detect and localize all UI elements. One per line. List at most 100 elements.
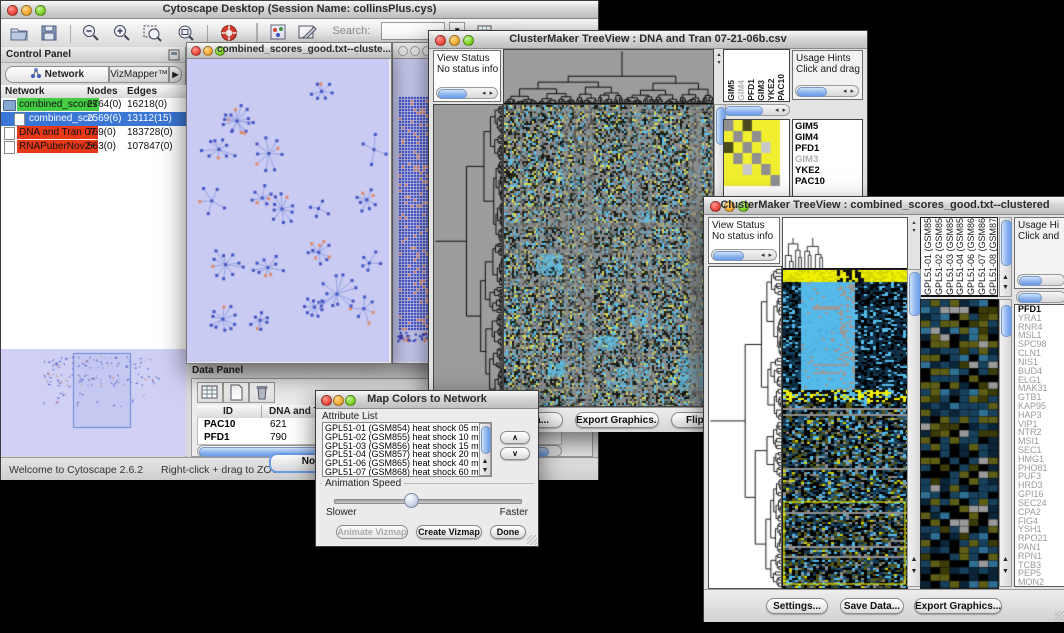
tv2-usage-hints-text: Click and	[1015, 231, 1064, 242]
tv1-gene-label[interactable]: GIM5	[795, 121, 862, 132]
dialog-titlebar[interactable]: Map Colors to Network	[316, 391, 538, 409]
tv1-status-hscrollbar[interactable]: ◂ ▸	[436, 87, 498, 99]
tv2-column-label: GPL51-02 (GSM855)	[934, 217, 945, 295]
network-overview-icon[interactable]	[269, 23, 287, 43]
zoom-fit-icon[interactable]	[175, 23, 197, 43]
treeview2-titlebar[interactable]: ClusterMaker TreeView : combined_scores_…	[704, 197, 1064, 215]
attribute-item[interactable]: GPL51-07 (GSM868) heat shock 60 min	[325, 468, 491, 477]
tv2-genelist-hscrollbar[interactable]	[1016, 291, 1064, 303]
col-nodes[interactable]: Nodes	[87, 85, 118, 98]
network-row[interactable]: RNAPuberNov2+563(0)107847(0)	[1, 140, 186, 154]
tv1-gene-label[interactable]: GIM3	[795, 154, 862, 165]
select-attributes-button[interactable]	[197, 382, 223, 403]
network-row[interactable]: DNA and Tran 07769(0)183728(0)	[1, 126, 186, 140]
new-attribute-button[interactable]	[223, 382, 249, 403]
scroll-down-icon[interactable]: ▼	[908, 567, 920, 576]
scroll-up-icon[interactable]: ▲	[480, 457, 490, 466]
tv2-tree-arrows[interactable]: ▴▾	[910, 219, 918, 265]
tv1-column-label: PAC10	[776, 74, 786, 101]
document-icon	[14, 113, 25, 126]
treeview2-window: ClusterMaker TreeView : combined_scores_…	[703, 196, 1064, 622]
move-up-button[interactable]: ∧	[500, 431, 530, 444]
tv1-view-status-panel: View Status No status info f ◂ ▸	[433, 50, 501, 102]
tv2-hints-hscrollbar[interactable]	[1017, 274, 1064, 286]
tab-network-label: Network	[45, 69, 84, 80]
close-button[interactable]	[191, 46, 201, 56]
tv2-gene-label[interactable]: MON2	[1018, 578, 1064, 587]
data-cell-value: 621	[270, 418, 287, 431]
network-row[interactable]: combined_sco2569(6)13112(15)	[1, 112, 186, 126]
tv2-column-dendrogram[interactable]	[782, 217, 908, 270]
tv1-gene-label[interactable]: GIM4	[795, 132, 862, 143]
tv2-column-label: GPL51-04 (GSM857)	[955, 217, 966, 295]
tv1-export-graphics-button[interactable]: Export Graphics...	[575, 412, 659, 428]
zoom-out-icon[interactable]	[81, 23, 101, 43]
zoom-in-icon[interactable]	[112, 23, 132, 43]
attribute-list-vscrollbar[interactable]: ▲ ▼	[479, 423, 491, 476]
col-edges[interactable]: Edges	[127, 85, 157, 98]
tv1-zoom-heatmap[interactable]	[724, 120, 789, 204]
zoom-selected-icon[interactable]	[142, 23, 164, 43]
scroll-down-icon[interactable]: ▼	[1000, 567, 1011, 576]
tv2-settings-button[interactable]: Settings...	[766, 598, 828, 614]
scroll-down-icon[interactable]: ▼	[480, 466, 490, 475]
treeview2-title: ClusterMaker TreeView : combined_scores_…	[704, 199, 1064, 211]
network-row[interactable]: combined_scores2764(0)16218(0)	[1, 98, 186, 112]
tab-vizmapper[interactable]: VizMapper™	[109, 66, 169, 83]
open-file-icon[interactable]	[9, 23, 29, 43]
tv1-gene-label[interactable]: PAC10	[795, 176, 862, 187]
scroll-up-icon[interactable]: ▲	[908, 555, 920, 564]
close-button[interactable]	[398, 46, 408, 56]
resize-grip[interactable]	[527, 535, 537, 545]
help-icon[interactable]	[219, 23, 239, 43]
network1-canvas[interactable]	[187, 59, 389, 362]
tv2-usage-hints-title: Usage Hi	[1015, 218, 1064, 231]
tv1-hints-hscrollbar[interactable]: ◂ ▸	[795, 85, 859, 97]
tv2-zoom-vscrollbar[interactable]: ▲ ▼	[999, 299, 1012, 587]
move-down-button[interactable]: ∨	[500, 447, 530, 460]
tv2-heatmap-vscrollbar[interactable]: ▲ ▼	[907, 269, 921, 587]
main-titlebar[interactable]: Cytoscape Desktop (Session Name: collins…	[1, 1, 598, 19]
tv2-status-hscrollbar[interactable]: ◂ ▸	[711, 249, 777, 261]
tv1-heatmap[interactable]	[503, 104, 714, 407]
scroll-up-icon[interactable]: ▲	[1000, 273, 1011, 282]
tv1-tree-arrows[interactable]: ▴▾	[715, 51, 723, 101]
animation-speed-slider-track[interactable]	[334, 499, 522, 504]
done-button[interactable]: Done	[490, 525, 526, 539]
create-vizmap-button[interactable]: Create Vizmap	[416, 525, 482, 539]
minimize-button[interactable]	[203, 46, 213, 56]
tv2-export-graphics-button[interactable]: Export Graphics...	[914, 598, 1002, 614]
treeview1-titlebar[interactable]: ClusterMaker TreeView : DNA and Tran 07-…	[429, 31, 867, 49]
save-icon[interactable]	[39, 23, 59, 43]
animation-speed-slider-thumb[interactable]	[404, 493, 419, 508]
network1-titlebar[interactable]: combined_scores_good.txt--cluste...	[187, 43, 391, 59]
tv2-save-data-button[interactable]: Save Data...	[840, 598, 904, 614]
slider-min-label: Slower	[326, 507, 357, 518]
annotation-icon[interactable]	[297, 23, 317, 43]
tv2-row-dendrogram[interactable]	[708, 266, 782, 589]
delete-attribute-button[interactable]	[249, 382, 275, 403]
map-colors-dialog: Map Colors to Network Attribute List GPL…	[315, 390, 539, 547]
tv2-collabel-vscrollbar[interactable]: ▲ ▼	[999, 217, 1012, 297]
tv1-gene-label[interactable]: PFD1	[795, 143, 862, 154]
attribute-listbox[interactable]: GPL51-01 (GSM854) heat shock 05 minGPL51…	[322, 422, 492, 477]
network-overview-panel[interactable]	[1, 349, 186, 456]
tv1-column-dendrogram[interactable]	[503, 49, 714, 105]
tv1-column-label: GIM5	[726, 74, 736, 101]
data-col-id[interactable]: ID	[223, 405, 233, 418]
tab-network[interactable]: Network	[5, 66, 109, 83]
animate-vizmap-button[interactable]: Animate Vizmap	[336, 525, 408, 539]
tv2-column-labels: GPL51-01 (GSM854)GPL51-02 (GSM855)GPL51-…	[920, 217, 998, 297]
scroll-up-icon[interactable]: ▲	[1000, 555, 1011, 564]
tv1-collabel-hscrollbar[interactable]: ◂ ▸	[723, 104, 790, 116]
resize-grip[interactable]	[1055, 611, 1064, 621]
float-panel-icon[interactable]	[168, 49, 180, 61]
tv2-zoom-heatmap[interactable]	[920, 299, 999, 589]
tv1-row-dendrogram[interactable]	[433, 104, 503, 407]
col-network[interactable]: Network	[5, 85, 44, 98]
minimize-button[interactable]	[410, 46, 420, 56]
scroll-down-icon[interactable]: ▼	[1000, 283, 1011, 292]
tv1-gene-label[interactable]: YKE2	[795, 165, 862, 176]
tab-overflow-button[interactable]: ▶	[169, 66, 182, 83]
tv2-heatmap[interactable]	[782, 269, 908, 589]
